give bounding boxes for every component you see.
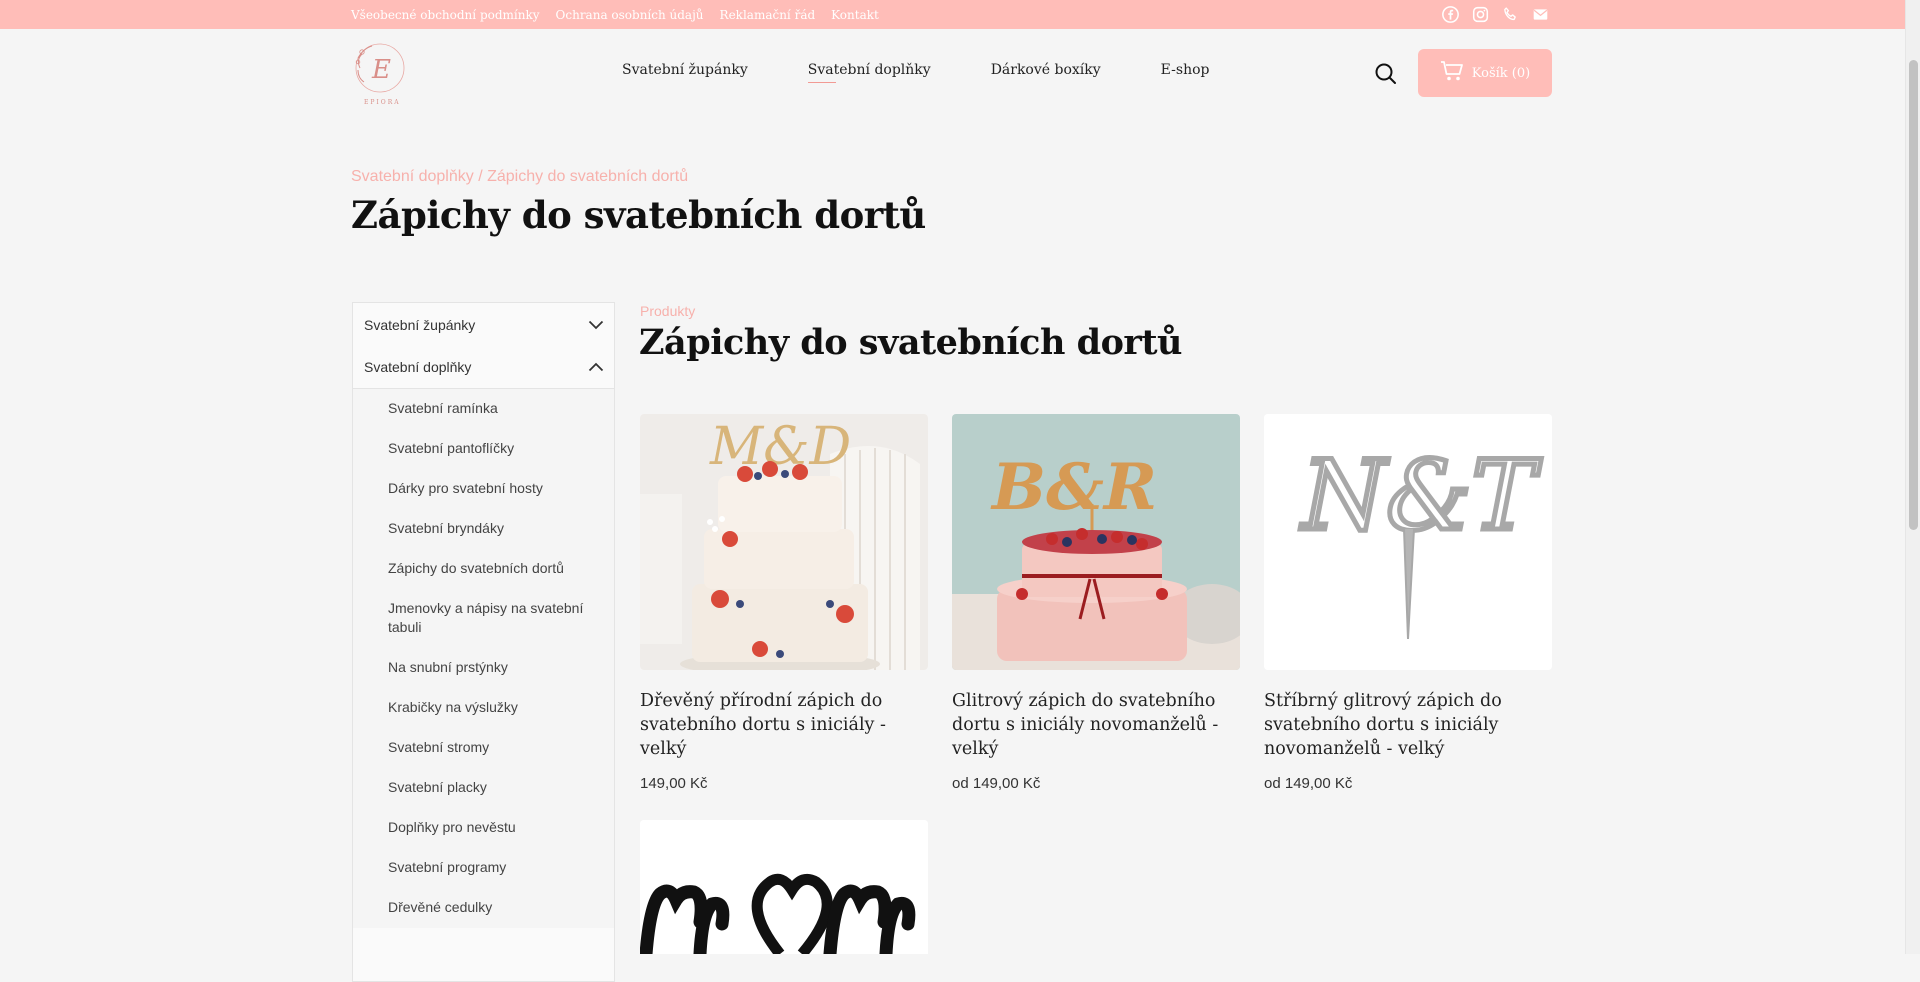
chevron-up-icon[interactable]: [588, 359, 604, 375]
page-title: Zápichy do svatebních dortů: [351, 193, 926, 237]
sidebar-subitem-name-cards[interactable]: Jmenovky a nápisy na svatební tabuli: [353, 589, 614, 648]
social-icons: [1440, 4, 1550, 24]
terms-link[interactable]: Všeobecné obchodní podmínky: [351, 8, 540, 22]
cart-icon: [1440, 60, 1464, 86]
breadcrumb[interactable]: Svatební doplňky / Zápichy do svatebních…: [351, 168, 688, 186]
mail-icon[interactable]: [1530, 4, 1550, 24]
product-image[interactable]: M&D: [640, 414, 928, 670]
product-card[interactable]: N&T Stříbrný glitrový zápich do svatební…: [1264, 414, 1552, 792]
sidebar-item-accessories[interactable]: Svatební doplňky: [353, 346, 614, 389]
product-card[interactable]: [640, 820, 928, 954]
sidebar-subcategories: Svatební ramínka Svatební pantoflíčky Dá…: [353, 389, 614, 928]
page-scrollbar[interactable]: [1905, 0, 1920, 954]
privacy-link[interactable]: Ochrana osobních údajů: [556, 8, 704, 22]
sidebar-subitem-bride-accessories[interactable]: Doplňky pro nevěstu: [353, 808, 614, 848]
section-title: Zápichy do svatebních dortů: [639, 322, 1182, 363]
sidebar-item-robes[interactable]: Svatební župánky: [353, 303, 614, 346]
nav-item-robes[interactable]: Svatební župánky: [622, 62, 748, 78]
cart-label: Košík (0): [1471, 65, 1531, 81]
category-sidebar: Svatební župánky Svatební doplňky Svateb…: [352, 302, 615, 982]
sidebar-subitem-hangers[interactable]: Svatební ramínka: [353, 389, 614, 429]
sidebar-item-label: Svatební doplňky: [364, 359, 472, 375]
svg-text:N&T: N&T: [1300, 440, 1541, 552]
sidebar-subitem-wooden-signs[interactable]: Dřevěné cedulky: [353, 888, 614, 928]
chevron-down-icon[interactable]: [588, 317, 604, 333]
section-label: Produkty: [640, 303, 696, 319]
nav-item-gift-boxes[interactable]: Dárkové boxíky: [991, 62, 1101, 78]
site-logo[interactable]: E EPIORA: [350, 38, 414, 108]
product-name[interactable]: Stříbrný glitrový zápich do svatebního d…: [1264, 689, 1552, 761]
scrollbar-thumb[interactable]: [1909, 60, 1918, 530]
svg-text:EPIORA: EPIORA: [364, 99, 401, 106]
product-image[interactable]: [640, 820, 928, 954]
product-price: 149,00 Kč: [640, 775, 708, 792]
product-name[interactable]: Dřevěný přírodní zápich do svatebního do…: [640, 689, 928, 761]
product-price: od 149,00 Kč: [1264, 775, 1353, 792]
sidebar-subitem-badges[interactable]: Svatební placky: [353, 768, 614, 808]
product-name[interactable]: Glitrový zápich do svatebního dortu s in…: [952, 689, 1240, 761]
cart-button[interactable]: Košík (0): [1418, 49, 1552, 97]
svg-text:E: E: [371, 55, 391, 85]
phone-icon[interactable]: [1500, 4, 1520, 24]
nav-item-accessories[interactable]: Svatební doplňky: [807, 62, 931, 83]
sidebar-subitem-slippers[interactable]: Svatební pantoflíčky: [353, 429, 614, 469]
contact-link[interactable]: Kontakt: [831, 8, 879, 22]
nav-item-eshop[interactable]: E-shop: [1161, 62, 1210, 78]
product-image[interactable]: N&T: [1264, 414, 1552, 670]
search-icon[interactable]: [1374, 62, 1398, 86]
product-card[interactable]: M&D Dřevěný přírodní zápich do svatebníh…: [640, 414, 928, 792]
sidebar-subitem-bibs[interactable]: Svatební bryndáky: [353, 509, 614, 549]
instagram-icon[interactable]: [1470, 4, 1490, 24]
top-bar: Všeobecné obchodní podmínky Ochrana osob…: [0, 0, 1905, 29]
svg-text:M&D: M&D: [709, 417, 851, 477]
product-image[interactable]: B&R: [952, 414, 1240, 670]
product-card[interactable]: B&R Glitrový zápich do svatebního dortu …: [952, 414, 1240, 792]
top-links: Všeobecné obchodní podmínky Ochrana osob…: [351, 0, 879, 29]
complaints-link[interactable]: Reklamační řád: [720, 8, 816, 22]
sidebar-subitem-trees[interactable]: Svatební stromy: [353, 728, 614, 768]
sidebar-item-label: Svatební župánky: [364, 316, 476, 333]
sidebar-subitem-programs[interactable]: Svatební programy: [353, 848, 614, 888]
sidebar-subitem-guest-gifts[interactable]: Dárky pro svatební hosty: [353, 469, 614, 509]
sidebar-subitem-cake-toppers[interactable]: Zápichy do svatebních dortů: [353, 549, 614, 589]
sidebar-subitem-ring-holders[interactable]: Na snubní prstýnky: [353, 648, 614, 688]
facebook-icon[interactable]: [1440, 4, 1460, 24]
sidebar-subitem-favor-boxes[interactable]: Krabičky na výslužky: [353, 688, 614, 728]
main-nav: Svatební župánky Svatební doplňky Dárkov…: [622, 62, 1210, 83]
product-price: od 149,00 Kč: [952, 775, 1041, 792]
svg-text:B&R: B&R: [990, 450, 1157, 525]
